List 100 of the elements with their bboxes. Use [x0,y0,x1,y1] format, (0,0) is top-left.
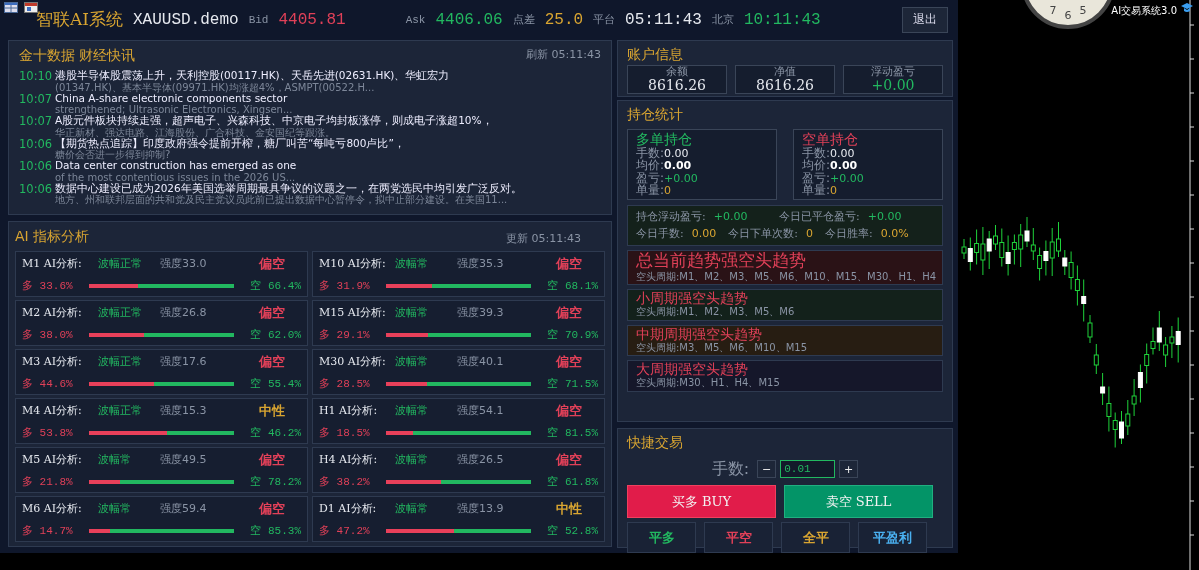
strength-label: 强度13.9 [457,500,504,517]
close-button[interactable]: 平盈利 [858,522,927,553]
news-headline[interactable]: A股元件板块持续走强，超声电子、兴森科技、中京电子均封板涨停，则成电子涨超10%， [55,115,493,127]
stat-value: +0.00 [867,209,902,226]
volatility-label: 波幅正常 [98,353,143,370]
bull-percent: 多 31.9% [319,278,370,294]
bias-label: 偏空 [556,353,582,371]
spread-label: 点差 [512,12,535,28]
bull-percent: 多 28.5% [319,376,370,392]
field-label: 盈亏: [636,171,665,185]
lots-field[interactable]: 0.01 [780,460,836,478]
news-detail: strengthened; Ultrasonic Electronics, Xingsen... [55,104,293,116]
clock-number: 5 [1079,4,1087,17]
bear-percent: 空 71.5% [547,376,598,392]
stat-label: 今日手数: [636,225,684,242]
refresh-time: 刷新 05:11:43 [526,47,601,64]
bias-label: 偏空 [259,353,285,371]
news-headline[interactable]: 【期货热点追踪】印度政府强令提前开榨，糖厂叫苦“每吨亏800卢比”， [55,137,405,150]
close-button[interactable]: 全平 [781,522,850,553]
news-detail: (01347.HK)、基本半导体(09971.HK)均涨超4%，ASMPT(00522.H... [55,81,376,93]
stat-label: 今日胜率: [824,225,873,242]
bear-percent: 空 85.3% [250,523,301,539]
decrease-button[interactable]: − [757,460,777,478]
sell-button[interactable]: 卖空 SELL [784,485,933,518]
bear-percent: 空 68.1% [547,278,598,294]
strength-label: 强度39.3 [457,304,504,321]
field-value: +0.00 [664,172,698,185]
stat-label: 今日下单次数: [728,225,798,242]
timeframe-label: M30 AI分析: [319,353,387,370]
beijing-time: 10:11:43 [743,10,821,31]
news-headline[interactable]: 数据中心建设已成为2026年美国选举周期最具争议的议题之一，在两党选民中均引发广泛反对。 [55,182,522,195]
app-title: 智联AI系统 [36,8,123,32]
account-value: 8616.26 [647,78,707,94]
buy-button[interactable]: 买多 BUY [627,485,776,518]
close-button[interactable]: 平空 [704,522,773,553]
field-value: 0.00 [830,160,858,172]
position-title: 空单持仓 [802,132,859,147]
trend-periods: 空头周期:M30、H1、H4、M15 [636,377,781,391]
field-label: 单量: [802,184,831,198]
bid-price: 4405.81 [278,10,346,31]
bid-label: Bid [248,12,269,28]
update-time: 更新 05:11:43 [506,230,581,247]
trend-title: 总当前趋势强空头趋势 [636,251,807,271]
volatility-label: 波幅正常 [98,255,143,272]
field-label: 手数: [636,146,665,160]
bull-percent: 多 14.7% [22,523,73,539]
account-value: 8616.26 [755,78,815,94]
volatility-label: 波幅常 [395,255,429,272]
account-value: +0.00 [870,78,916,94]
strength-label: 强度26.5 [457,451,504,468]
increase-button[interactable]: + [839,460,859,478]
trend-title: 中期周期强空头趋势 [636,325,763,342]
timeframe-label: M1 AI分析: [22,255,83,272]
timeframe-label: M4 AI分析: [22,402,83,419]
news-headline[interactable]: China A-share electronic components sector [55,92,293,105]
chart-title: AI交易系统3.0 [1111,4,1177,18]
trend-periods: 空头周期:M1、M2、M3、M5、M6 [636,306,796,320]
ask-label: Ask [405,12,426,28]
timeframe-label: H1 AI分析: [319,402,379,419]
panel-title: AI 指标分析 [15,227,90,246]
bias-label: 中性 [259,402,285,420]
lots-label: 手数: [711,458,750,480]
close-button[interactable]: 平多 [627,522,696,553]
stat-label: 今日已平仓盈亏: [779,209,860,226]
window-icon[interactable] [24,2,38,13]
bear-percent: 空 66.4% [250,278,301,294]
volatility-label: 波幅常 [395,402,429,419]
account-label: 净值 [773,66,797,79]
timeframe-label: M10 AI分析: [319,255,387,272]
bias-label: 偏空 [259,500,285,518]
ask-price: 4406.06 [435,10,503,31]
bull-percent: 多 21.8% [22,474,73,490]
strength-label: 强度15.3 [160,402,207,419]
spread-value: 25.0 [544,10,584,31]
account-label: 余额 [665,66,689,79]
strength-label: 强度59.4 [160,500,207,517]
beijing-label: 北京 [711,12,734,28]
platform-label: 平台 [593,12,616,28]
exit-button[interactable]: 退出 [902,7,948,33]
table-icon[interactable] [4,2,18,13]
graduation-cap-icon [1181,3,1193,13]
field-value: 0 [830,185,838,197]
bull-percent: 多 38.0% [22,327,73,343]
strength-label: 强度33.0 [160,255,207,272]
news-headline[interactable]: 港股半导体股震荡上升，天利控股(00117.HK)、天岳先进(02631.HK)、华虹宏力 [55,70,450,82]
bias-label: 偏空 [259,451,285,469]
volatility-label: 波幅常 [395,500,429,517]
field-label: 单量: [636,184,665,198]
news-time: 10:07 [19,92,49,108]
bull-percent: 多 53.8% [22,425,73,441]
volatility-label: 波幅常 [98,451,132,468]
stat-value: +0.00 [713,209,748,226]
news-headline[interactable]: Data center construction has emerged as one [55,160,297,172]
strength-label: 强度54.1 [457,402,504,419]
volatility-label: 波幅正常 [98,304,143,321]
bear-percent: 空 70.9% [547,327,598,343]
bull-percent: 多 18.5% [319,425,370,441]
timeframe-label: M2 AI分析: [22,304,83,321]
bear-percent: 空 62.0% [250,327,301,343]
bear-percent: 空 46.2% [250,425,301,441]
